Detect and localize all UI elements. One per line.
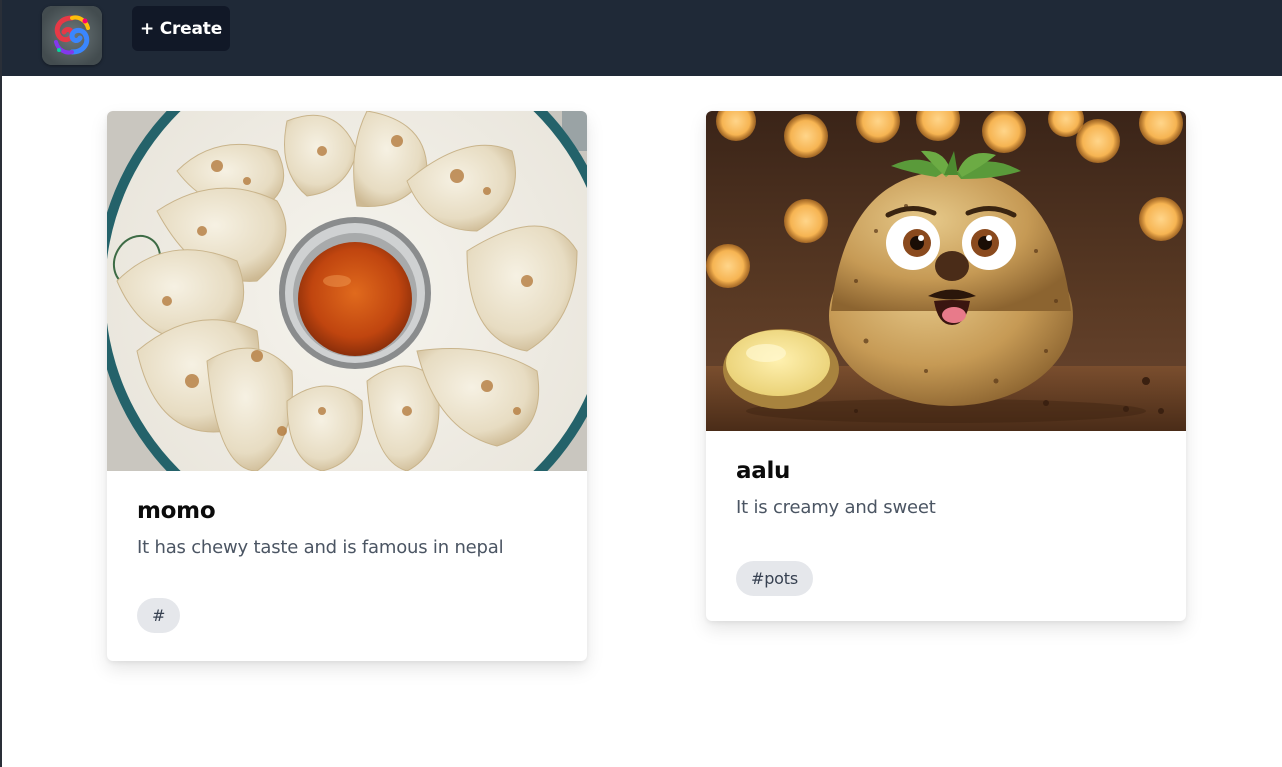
create-button[interactable]: + Create [132,6,230,51]
post-tag[interactable]: #pots [736,561,813,596]
top-navbar: + Create [2,0,1282,76]
momo-image [107,111,587,471]
post-card-body: aalu It is creamy and sweet #pots [706,458,1186,596]
window-left-edge [0,0,2,767]
post-card[interactable]: aalu It is creamy and sweet #pots [706,111,1186,621]
post-description: It has chewy taste and is famous in nepa… [137,537,504,558]
post-card-body: momo It has chewy taste and is famous in… [107,498,587,633]
post-title: momo [137,498,216,524]
post-title: aalu [736,458,791,484]
post-card[interactable]: momo It has chewy taste and is famous in… [107,111,587,661]
post-description: It is creamy and sweet [736,497,936,518]
app-logo-icon[interactable] [42,6,102,65]
post-tag[interactable]: # [137,598,181,633]
aalu-image [706,111,1186,431]
